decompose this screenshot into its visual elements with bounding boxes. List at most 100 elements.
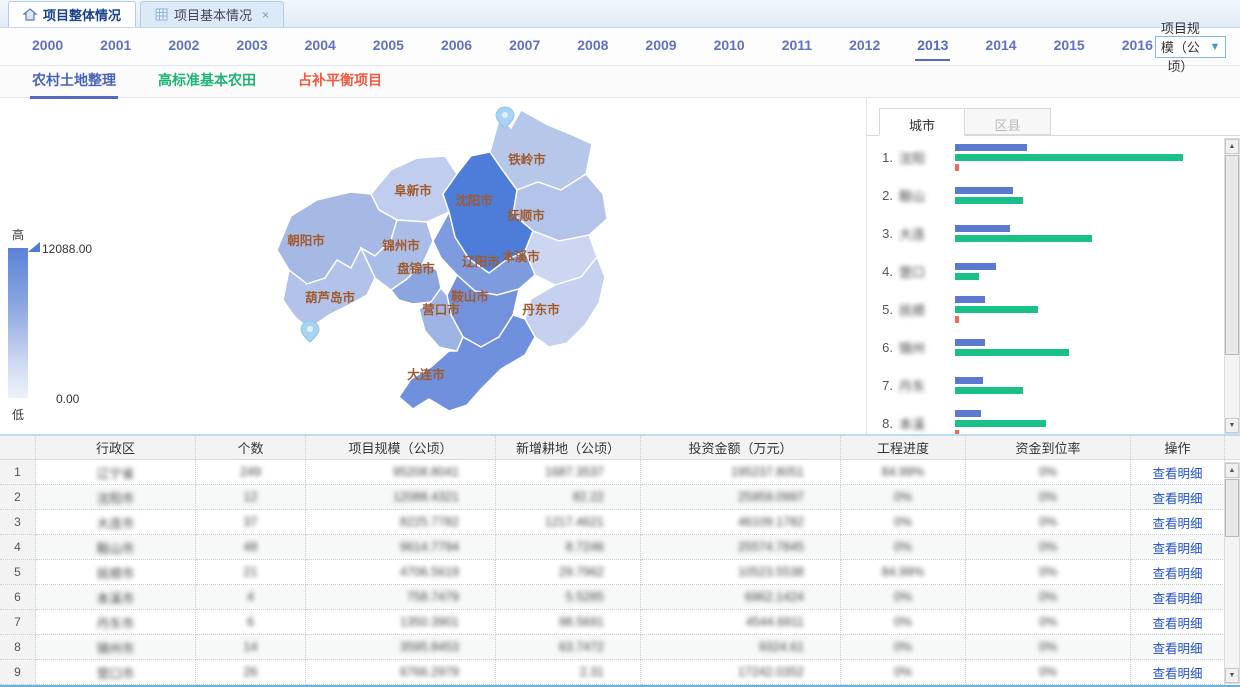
year-tab-2006[interactable]: 2006 xyxy=(439,33,474,61)
year-tab-2004[interactable]: 2004 xyxy=(303,33,338,61)
year-tab-2005[interactable]: 2005 xyxy=(371,33,406,61)
dashboard-window: 项目整体情况 项目基本情况 × 2000 2001 2002 2003 2004 2005… xyxy=(0,0,1240,687)
bar-b xyxy=(955,296,985,303)
rank-number: 5. xyxy=(867,302,893,317)
table-row: 2沈阳市1212088.432182.2225959.09970%0%查看明细 xyxy=(0,485,1240,510)
cell-count: 12 xyxy=(196,485,306,510)
cell-invest: 17242.0352 xyxy=(641,660,841,685)
city-name: 丹东 xyxy=(899,376,955,395)
year-tab-2014[interactable]: 2014 xyxy=(983,33,1018,61)
view-detail-link[interactable]: 查看明细 xyxy=(1152,463,1202,482)
table-row: 8锦州市143595.845363.74729324.610%0%查看明细 xyxy=(0,635,1240,660)
cell-action: 查看明细 xyxy=(1131,610,1225,635)
close-icon[interactable]: × xyxy=(262,8,269,22)
tab-project-overview[interactable]: 项目整体情况 xyxy=(8,1,136,27)
year-tab-2002[interactable]: 2002 xyxy=(166,33,201,61)
ranking-item[interactable]: 6.锦州 xyxy=(867,328,1222,366)
year-tab-2001[interactable]: 2001 xyxy=(98,33,133,61)
cell-funding: 0% xyxy=(966,510,1131,535)
scrollbar-thumb[interactable] xyxy=(1225,479,1239,537)
tab-city[interactable]: 城市 xyxy=(879,108,965,136)
map-label-鞍山市: 鞍山市 xyxy=(451,289,489,304)
year-tab-2003[interactable]: 2003 xyxy=(234,33,269,61)
ranking-item[interactable]: 1.沈阳 xyxy=(867,138,1222,176)
cell-scale: 4706.5619 xyxy=(306,560,496,585)
year-tab-2011[interactable]: 2011 xyxy=(780,33,814,61)
year-tab-2009[interactable]: 2009 xyxy=(643,33,678,61)
scrollbar-thumb[interactable] xyxy=(1225,155,1239,355)
scroll-up-icon[interactable]: ▲ xyxy=(1225,463,1239,478)
cell-action: 查看明细 xyxy=(1131,485,1225,510)
tab-project-basic[interactable]: 项目基本情况 × xyxy=(140,1,284,27)
bar-g xyxy=(955,273,979,280)
rank-number: 3. xyxy=(867,226,893,241)
view-detail-link[interactable]: 查看明细 xyxy=(1152,488,1202,507)
cell-progress: 0% xyxy=(841,510,966,535)
row-number: 1 xyxy=(0,460,36,485)
table-row: 6本溪市4758.74795.52856962.14240%0%查看明细 xyxy=(0,585,1240,610)
city-name: 本溪 xyxy=(899,414,955,433)
row-number: 2 xyxy=(0,485,36,510)
tab-high-standard-farmland[interactable]: 高标准基本农田 xyxy=(156,65,258,98)
tab-district[interactable]: 区县 xyxy=(965,108,1051,135)
year-tab-2012[interactable]: 2012 xyxy=(847,33,882,61)
legend-high-label: 高 xyxy=(12,226,24,243)
view-detail-link[interactable]: 查看明细 xyxy=(1152,538,1202,557)
cell-count: 4 xyxy=(196,585,306,610)
tab-balance-projects[interactable]: 占补平衡项目 xyxy=(296,65,384,98)
cell-newland: 82.22 xyxy=(496,485,641,510)
cell-funding: 0% xyxy=(966,635,1131,660)
city-name: 锦州 xyxy=(899,338,955,357)
year-list: 2000 2001 2002 2003 2004 2005 2006 2007 2008 2009… xyxy=(30,33,1155,61)
bar-group xyxy=(955,296,1222,323)
cell-action: 查看明细 xyxy=(1131,635,1225,660)
cell-scale: 9614.7794 xyxy=(306,535,496,560)
view-detail-link[interactable]: 查看明细 xyxy=(1152,563,1202,582)
ranking-item[interactable]: 4.营口 xyxy=(867,252,1222,290)
tab-rural-land[interactable]: 农村土地整理 xyxy=(30,65,118,98)
cell-newland: 8.7246 xyxy=(496,535,641,560)
map-label-营口市: 营口市 xyxy=(422,302,460,317)
city-name: 营口 xyxy=(899,262,955,281)
year-tab-2008[interactable]: 2008 xyxy=(575,33,610,61)
year-tab-2010[interactable]: 2010 xyxy=(712,33,747,61)
year-tab-2016[interactable]: 2016 xyxy=(1120,33,1155,61)
cell-count: 26 xyxy=(196,660,306,685)
bar-group xyxy=(955,410,1222,435)
year-tab-2015[interactable]: 2015 xyxy=(1052,33,1087,61)
view-detail-link[interactable]: 查看明细 xyxy=(1152,513,1202,532)
map-pin-icon[interactable] xyxy=(301,321,319,342)
cell-invest: 6962.1424 xyxy=(641,585,841,610)
cell-progress: 84.99% xyxy=(841,460,966,485)
scroll-down-icon[interactable]: ▼ xyxy=(1225,418,1239,433)
cell-invest: 10523.5538 xyxy=(641,560,841,585)
panel-scrollbar[interactable]: ▲ ▼ xyxy=(1224,138,1240,434)
cell-scale: 8225.7782 xyxy=(306,510,496,535)
view-detail-link[interactable]: 查看明细 xyxy=(1152,613,1202,632)
ranking-item[interactable]: 3.大连 xyxy=(867,214,1222,252)
view-detail-link[interactable]: 查看明细 xyxy=(1152,663,1202,682)
ranking-item[interactable]: 5. 抚顺 xyxy=(867,290,1222,328)
column-header: 行政区 xyxy=(36,436,196,459)
metric-dropdown[interactable]: 项目规模（公顷） ▼ xyxy=(1155,36,1226,58)
view-detail-link[interactable]: 查看明细 xyxy=(1152,638,1202,657)
cell-newland: 63.7472 xyxy=(496,635,641,660)
ranking-item[interactable]: 2.鞍山 xyxy=(867,176,1222,214)
cell-scale: 1350.3901 xyxy=(306,610,496,635)
cell-funding: 0% xyxy=(966,485,1131,510)
city-name: 抚顺 xyxy=(899,300,955,319)
bar-b xyxy=(955,339,985,346)
year-tab-2013[interactable]: 2013 xyxy=(915,33,950,61)
cell-count: 249 xyxy=(196,460,306,485)
cell-newland: 5.5285 xyxy=(496,585,641,610)
scroll-down-icon[interactable]: ▼ xyxy=(1225,668,1239,683)
scroll-up-icon[interactable]: ▲ xyxy=(1225,139,1239,154)
ranking-item[interactable]: 8.本溪 xyxy=(867,404,1222,434)
view-detail-link[interactable]: 查看明细 xyxy=(1152,588,1202,607)
year-tab-2000[interactable]: 2000 xyxy=(30,33,65,61)
cell-scale: 758.7479 xyxy=(306,585,496,610)
table-scrollbar[interactable]: ▲ ▼ xyxy=(1224,462,1240,684)
ranking-item[interactable]: 7.丹东 xyxy=(867,366,1222,404)
year-tab-2007[interactable]: 2007 xyxy=(507,33,542,61)
cell-invest: 4544.6911 xyxy=(641,610,841,635)
